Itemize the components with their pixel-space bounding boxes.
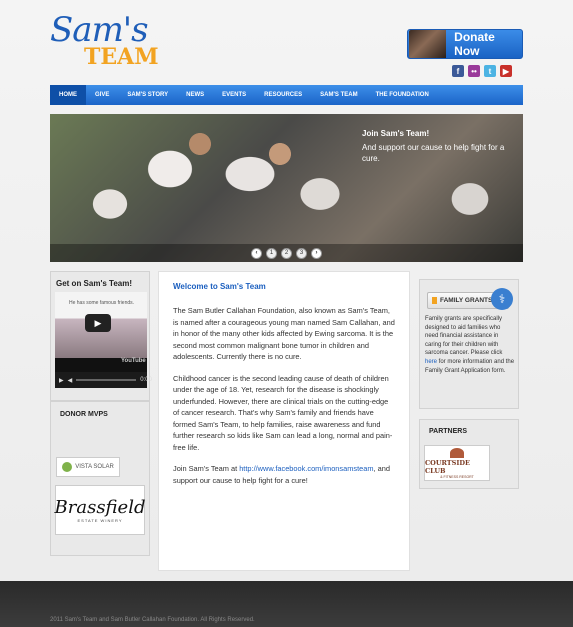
volume-icon[interactable]: ◀	[68, 377, 73, 384]
youtube-logo[interactable]: YouTube	[121, 358, 146, 364]
logo-team: TEAM	[84, 44, 159, 70]
video-scrubber[interactable]	[76, 379, 137, 381]
slide-page-3[interactable]: 3	[296, 247, 307, 259]
video-time: 0:00	[140, 377, 152, 383]
partners-title: PARTNERS	[429, 428, 467, 435]
grants-here-link[interactable]: here	[425, 359, 437, 365]
nav-item-home[interactable]: HOME	[50, 85, 86, 105]
partners-box: PARTNERS COURTSIDE CLUB & FITNESS RESORT	[419, 419, 519, 489]
slide-controls: ‹ 1 2 3 ›	[50, 244, 523, 262]
vista-solar-icon	[62, 462, 73, 472]
nav-item-resources[interactable]: RESOURCES	[255, 85, 311, 105]
slide-prev-button[interactable]: ‹	[251, 247, 262, 259]
partner-courtside-label: COURTSIDE CLUB	[425, 458, 470, 475]
main-nav: HOME GIVE SAM'S STORY NEWS EVENTS RESOUR…	[50, 85, 523, 105]
youtube-icon[interactable]: ▶	[500, 65, 512, 77]
grants-icon	[432, 297, 437, 304]
facebook-link[interactable]: http://www.facebook.com/imonsamsteam	[239, 464, 373, 473]
logo[interactable]: Sam's TEAM	[50, 10, 160, 70]
grants-description: Family grants are specifically designed …	[425, 315, 515, 375]
nav-item-the-foundation[interactable]: THE FOUNDATION	[367, 85, 438, 105]
donate-label: Donate Now	[454, 30, 495, 58]
sponsor-vista-solar-label: VISTA SOLAR	[75, 464, 114, 470]
video-control-bar: ▶ ◀ 0:00	[55, 372, 152, 388]
header: Sam's TEAM Donate Now f •• t ▶	[0, 0, 573, 84]
sponsor-brassfield-label: Brassfield	[54, 497, 146, 518]
paragraph-cancer: Childhood cancer is the second leading c…	[173, 373, 393, 452]
twitter-icon[interactable]: t	[484, 65, 496, 77]
donor-mvps-box: DONOR MVPS VISTA SOLAR Brassfield ESTATE…	[50, 401, 150, 556]
donor-mvps-title: DONOR MVPS	[60, 411, 108, 418]
slide-caption: Join Sam's Team! And support our cause t…	[362, 128, 512, 164]
slide-next-button[interactable]: ›	[311, 247, 322, 259]
play-small-icon[interactable]: ▶	[59, 377, 64, 384]
courtside-logo-icon	[450, 447, 464, 458]
nav-item-give[interactable]: GIVE	[86, 85, 118, 105]
donate-button[interactable]: Donate Now	[407, 29, 523, 59]
family-grants-box: FAMILY GRANTS ⚕ Family grants are specif…	[419, 279, 519, 409]
slide-page-1[interactable]: 1	[266, 247, 277, 259]
main-content: Welcome to Sam's Team The Sam Butler Cal…	[158, 271, 410, 571]
slide-title: Join Sam's Team!	[362, 129, 430, 138]
slide-text: And support our cause to help fight for …	[362, 143, 505, 163]
nav-item-news[interactable]: NEWS	[177, 85, 213, 105]
caduceus-icon: ⚕	[491, 288, 513, 310]
copyright-text: 2011 Sam's Team and Sam Butler Callahan …	[50, 617, 255, 623]
grants-text-suffix: for more information and the Family Gran…	[425, 358, 515, 374]
donate-photo	[409, 30, 447, 58]
get-on-team-box: Get on Sam's Team! He has some famous fr…	[50, 271, 152, 401]
paragraph-join: Join Sam's Team at http://www.facebook.c…	[173, 463, 395, 486]
page-title: Welcome to Sam's Team	[173, 282, 266, 291]
family-grants-label: FAMILY GRANTS	[440, 297, 493, 304]
sponsor-brassfield[interactable]: Brassfield ESTATE WINERY	[54, 485, 146, 535]
slide-page-2[interactable]: 2	[281, 247, 292, 259]
nav-item-sams-team[interactable]: SAM'S TEAM	[311, 85, 366, 105]
video-caption: He has some famous friends.	[69, 300, 135, 306]
play-icon[interactable]: ▶	[85, 314, 111, 332]
social-links: f •• t ▶	[452, 65, 512, 77]
sponsor-vista-solar[interactable]: VISTA SOLAR	[56, 457, 120, 477]
get-on-team-title: Get on Sam's Team!	[56, 279, 132, 288]
sponsor-brassfield-sub: ESTATE WINERY	[77, 518, 123, 523]
facebook-icon[interactable]: f	[452, 65, 464, 77]
paragraph-intro: The Sam Butler Callahan Foundation, also…	[173, 306, 395, 361]
nav-item-events[interactable]: EVENTS	[213, 85, 255, 105]
nav-item-sams-story[interactable]: SAM'S STORY	[118, 85, 177, 105]
grants-text-prefix: Family grants are specifically designed …	[425, 316, 503, 357]
hero-slider: Join Sam's Team! And support our cause t…	[50, 114, 523, 262]
footer: 2011 Sam's Team and Sam Butler Callahan …	[0, 581, 573, 627]
join-prefix: Join Sam's Team at	[173, 464, 240, 473]
partner-courtside-sub: & FITNESS RESORT	[440, 474, 474, 479]
video-screen: He has some famous friends. ▶	[55, 292, 147, 358]
video-player[interactable]: He has some famous friends. ▶ YouTube ▶ …	[55, 292, 152, 388]
flickr-icon[interactable]: ••	[468, 65, 480, 77]
partner-courtside-club[interactable]: COURTSIDE CLUB & FITNESS RESORT	[424, 445, 490, 481]
